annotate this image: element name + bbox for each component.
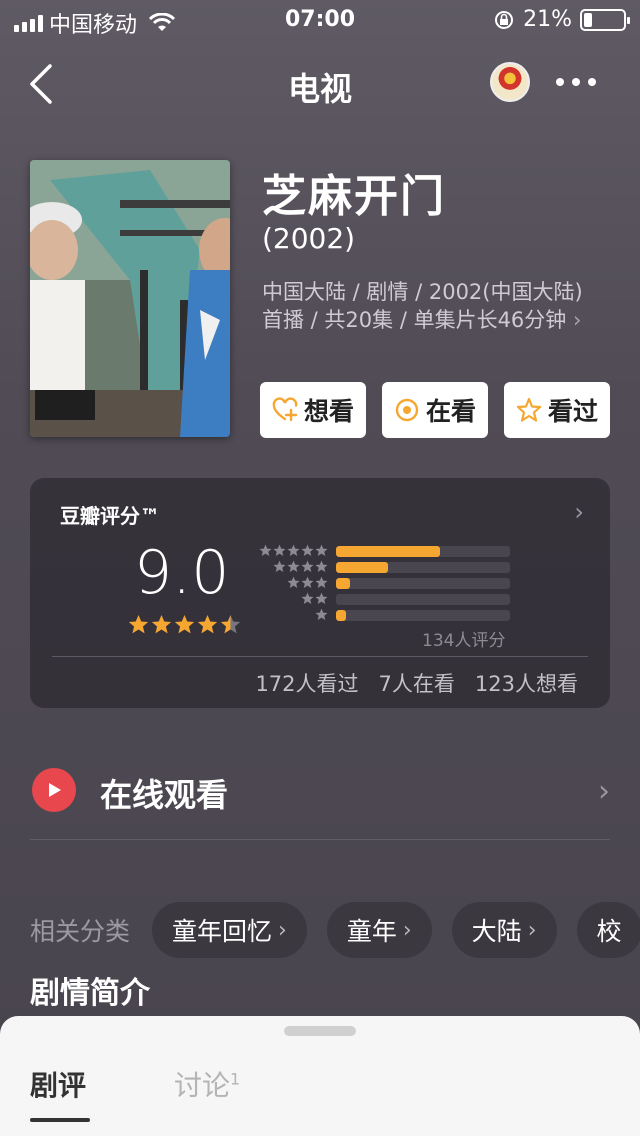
category-label: 童年 — [346, 917, 397, 946]
distribution-stars — [301, 592, 328, 605]
distribution-bar — [336, 578, 350, 589]
tab-discuss-label: 讨论 — [174, 1069, 231, 1102]
chevron-right-icon: › — [574, 498, 584, 526]
rating-distribution-row — [254, 592, 514, 608]
discuss-count: 1 — [230, 1069, 241, 1089]
rating-distribution-row — [254, 544, 514, 560]
rating-card[interactable]: 豆瓣评分™ › 9.0 134人评分 172人看过 7人在看 123人想看 — [30, 478, 610, 708]
related-categories: 相关分类 童年回忆 › 童年 › 大陆 › 校 — [30, 902, 640, 958]
status-right: 21% — [493, 7, 630, 32]
divider — [52, 656, 588, 657]
heart-plus-icon — [272, 397, 298, 422]
distribution-track — [336, 546, 510, 557]
category-chip[interactable]: 童年 › — [326, 902, 432, 958]
want-count[interactable]: 123人想看 — [475, 668, 578, 698]
meta-line-1: 中国大陆 / 剧情 / 2002(中国大陆) — [262, 280, 583, 304]
category-chip[interactable]: 大陆 › — [451, 902, 557, 958]
synopsis-heading: 剧情简介 — [30, 976, 150, 1011]
distribution-stars — [273, 560, 328, 573]
category-label: 童年回忆 — [172, 917, 273, 946]
seen-label: 看过 — [547, 397, 598, 426]
distribution-bar — [336, 562, 389, 573]
chevron-right-icon: › — [527, 917, 537, 943]
drag-handle[interactable] — [284, 1026, 356, 1036]
watching-count[interactable]: 7人在看 — [379, 668, 455, 698]
want-label: 想看 — [303, 397, 354, 426]
category-chip[interactable]: 童年回忆 › — [152, 902, 307, 958]
bottom-sheet[interactable]: 剧评 讨论1 — [0, 1016, 640, 1136]
tab-discuss[interactable]: 讨论1 — [174, 1064, 240, 1104]
orientation-lock-icon — [495, 10, 514, 29]
battery-percent: 21% — [523, 7, 572, 32]
play-icon — [32, 768, 76, 812]
distribution-track — [336, 578, 510, 589]
online-watch-row[interactable]: 在线观看 › — [30, 760, 610, 840]
meta-line-2: 首播 / 共20集 / 单集片长46分钟 › — [262, 306, 612, 334]
rating-distribution-row — [254, 608, 514, 624]
rating-star-icon — [197, 614, 218, 639]
page-title: 电视 — [287, 70, 352, 108]
action-buttons: 想看 在看 看过 — [260, 382, 610, 438]
rating-score: 9.0 — [134, 538, 230, 608]
meta-line-2-text: 首播 / 共20集 / 单集片长46分钟 — [262, 308, 567, 332]
tab-indicator — [30, 1118, 90, 1122]
poster-image[interactable] — [30, 160, 230, 437]
chevron-right-icon: › — [598, 774, 610, 809]
show-meta[interactable]: 中国大陆 / 剧情 / 2002(中国大陆) 首播 / 共20集 / 单集片长4… — [262, 278, 612, 334]
watching-button[interactable]: 在看 — [382, 382, 488, 438]
distribution-stars — [259, 544, 328, 557]
chevron-right-icon: › — [278, 917, 287, 943]
seen-count[interactable]: 172人看过 — [255, 668, 358, 698]
target-icon — [395, 398, 419, 422]
rating-distribution-row — [254, 560, 514, 576]
battery-icon — [580, 8, 630, 31]
categories-label: 相关分类 — [30, 917, 131, 946]
tab-review[interactable]: 剧评 — [30, 1064, 86, 1104]
distribution-bar — [336, 610, 347, 621]
seen-button[interactable]: 看过 — [504, 382, 610, 438]
nav-bar: 电视 — [0, 44, 640, 124]
rating-stats: 172人看过 7人在看 123人想看 — [255, 668, 578, 698]
distribution-stars — [315, 608, 328, 621]
rating-star-icon — [151, 614, 172, 639]
online-watch-label: 在线观看 — [100, 776, 229, 814]
rating-distribution-row — [254, 576, 514, 592]
rating-distribution — [254, 544, 514, 624]
category-label: 大陆 — [471, 917, 522, 946]
category-label: 校 — [596, 917, 622, 946]
rating-star-icon — [220, 614, 241, 639]
rating-star-icon — [128, 614, 149, 639]
watching-label: 在看 — [425, 397, 476, 426]
distribution-bar — [336, 546, 441, 557]
chevron-right-icon: › — [572, 308, 582, 332]
distribution-track — [336, 594, 510, 605]
want-button[interactable]: 想看 — [260, 382, 366, 438]
star-outline-icon — [516, 397, 542, 422]
show-title: 芝麻开门 — [262, 171, 446, 222]
distribution-stars — [287, 576, 328, 589]
battery-fill — [584, 12, 592, 27]
avatar[interactable] — [490, 62, 530, 102]
distribution-track — [336, 610, 510, 621]
rating-label: 豆瓣评分™ — [60, 504, 160, 528]
chevron-right-icon: › — [402, 917, 412, 943]
rating-star-icon — [174, 614, 195, 639]
show-year: (2002) — [262, 222, 356, 255]
poster-illustration — [30, 160, 230, 437]
more-icon[interactable] — [556, 78, 596, 86]
rating-count: 134人评分 — [422, 631, 506, 651]
category-chip[interactable]: 校 — [576, 902, 640, 958]
rating-stars — [128, 614, 241, 639]
status-bar: 中国移动 07:00 21% — [0, 0, 640, 40]
distribution-track — [336, 562, 510, 573]
